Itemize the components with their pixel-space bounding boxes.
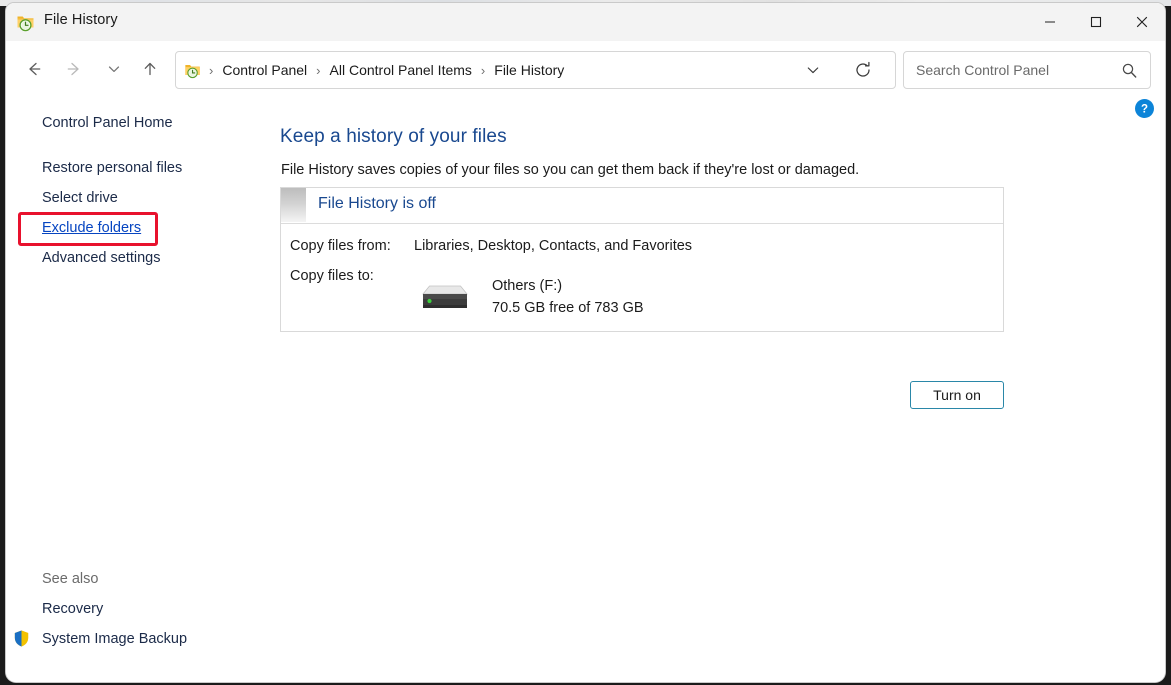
status-indicator-swatch (281, 188, 306, 222)
sidebar-item-restore-personal-files[interactable]: Restore personal files (38, 158, 186, 178)
breadcrumb-file-history[interactable]: File History (492, 59, 566, 81)
help-icon[interactable]: ? (1135, 99, 1154, 118)
sidebar-item-system-image-backup[interactable]: System Image Backup (38, 629, 191, 649)
turn-on-button[interactable]: Turn on (910, 381, 1004, 409)
recent-locations-chevron-down-icon[interactable] (98, 53, 130, 85)
breadcrumb-all-control-panel-items[interactable]: All Control Panel Items (328, 59, 474, 81)
search-input[interactable] (914, 61, 1108, 79)
search-box[interactable] (903, 51, 1151, 89)
minimize-button[interactable] (1027, 3, 1073, 41)
sidebar-item-select-drive[interactable]: Select drive (38, 188, 122, 208)
address-dropdown-chevron-down-icon[interactable] (799, 52, 827, 88)
close-button[interactable] (1119, 3, 1165, 41)
page-subtitle: File History saves copies of your files … (281, 162, 859, 178)
window-body: Control Panel Home Restore personal file… (6, 97, 1165, 682)
maximize-button[interactable] (1073, 3, 1119, 41)
address-bar[interactable]: › Control Panel › All Control Panel Item… (175, 51, 896, 89)
drive-name: Others (F:) (492, 278, 562, 294)
breadcrumb-separator: › (202, 63, 220, 78)
forward-button[interactable] (58, 53, 90, 85)
main-content: ? Keep a history of your files File Hist… (280, 97, 1165, 682)
page-title: Keep a history of your files (280, 126, 507, 148)
copy-files-from-label: Copy files from: (290, 238, 391, 254)
svg-text:?: ? (1141, 104, 1148, 116)
external-hard-drive-icon (417, 282, 473, 314)
navigation-bar: › Control Panel › All Control Panel Item… (6, 41, 1165, 97)
status-panel: File History is off Copy files from: Lib… (280, 187, 1004, 332)
shield-icon (12, 629, 31, 648)
back-button[interactable] (18, 53, 50, 85)
sidebar-item-recovery[interactable]: Recovery (38, 599, 107, 619)
sidebar-item-advanced-settings[interactable]: Advanced settings (38, 248, 165, 268)
breadcrumb-control-panel[interactable]: Control Panel (220, 59, 309, 81)
sidebar: Control Panel Home Restore personal file… (6, 97, 280, 682)
window-title: File History (44, 12, 118, 28)
sidebar-item-control-panel-home[interactable]: Control Panel Home (38, 113, 177, 133)
status-title: File History is off (318, 195, 436, 213)
copy-files-from-value: Libraries, Desktop, Contacts, and Favori… (414, 238, 692, 254)
title-bar: File History (6, 3, 1165, 41)
breadcrumb-separator: › (309, 63, 327, 78)
see-also-label: See also (38, 569, 102, 589)
drive-free-space: 70.5 GB free of 783 GB (492, 300, 644, 316)
copy-files-to-label: Copy files to: (290, 268, 374, 284)
up-button[interactable] (134, 53, 166, 85)
exclude-folders-highlight-box (18, 212, 158, 246)
status-panel-header: File History is off (281, 188, 1003, 224)
file-history-window: File History (6, 3, 1165, 682)
breadcrumb-separator: › (474, 63, 492, 78)
address-bar-file-history-icon (184, 61, 202, 79)
file-history-folder-clock-icon (16, 12, 36, 32)
refresh-icon[interactable] (847, 52, 879, 88)
search-icon[interactable] (1118, 52, 1140, 88)
status-panel-body: Copy files from: Libraries, Desktop, Con… (281, 224, 1003, 331)
